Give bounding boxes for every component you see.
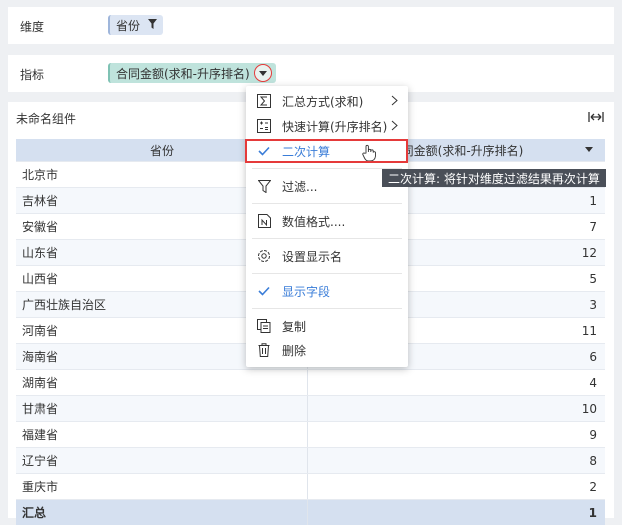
chevron-right-icon <box>391 120 398 134</box>
dimension-field-pill[interactable]: 省份 <box>108 15 164 35</box>
table-row: 辽宁省 8 <box>16 447 605 473</box>
menu-item-number-format-label: 数值格式.... <box>282 214 346 229</box>
amount-cell: 9 <box>589 427 597 442</box>
sort-dropdown-icon[interactable] <box>585 147 593 152</box>
calculator-icon <box>256 118 272 134</box>
filter-icon[interactable] <box>148 18 158 32</box>
number-format-icon <box>256 213 272 229</box>
tooltip-text: 二次计算: 将针对维度过滤结果再次计算 <box>388 171 600 186</box>
trash-icon <box>256 342 272 358</box>
chevron-right-icon <box>391 95 398 109</box>
metric-field-pill[interactable]: 合同金额(求和-升序排名) <box>108 63 276 83</box>
copy-icon <box>256 318 272 334</box>
field-context-menu: 汇总方式(求和) 快速计算(升序排名) 二次计算 过滤... 数值格式.... … <box>246 86 408 367</box>
tooltip: 二次计算: 将针对维度过滤结果再次计算 <box>382 169 606 187</box>
dimension-field-name: 省份 <box>116 18 141 33</box>
amount-cell: 2 <box>589 479 597 494</box>
table-row: 福建省 9 <box>16 421 605 447</box>
component-title: 未命名组件 <box>16 112 77 126</box>
metric-dropdown-button[interactable] <box>253 64 272 82</box>
menu-item-delete-label: 删除 <box>282 343 307 358</box>
menu-item-delete[interactable]: 删除 <box>246 338 408 362</box>
total-value: 1 <box>588 505 597 520</box>
total-label: 汇总 <box>16 500 308 525</box>
menu-item-number-format[interactable]: 数值格式.... <box>246 209 408 233</box>
table-row: 湖南省 4 <box>16 369 605 395</box>
menu-item-copy-label: 复制 <box>282 319 307 334</box>
menu-item-display-name-label: 设置显示名 <box>282 249 343 264</box>
province-cell: 福建省 <box>16 422 308 447</box>
fit-width-icon[interactable] <box>588 111 604 126</box>
menu-item-aggregation[interactable]: 汇总方式(求和) <box>246 89 408 113</box>
province-cell: 辽宁省 <box>16 448 308 473</box>
amount-cell: 10 <box>581 401 597 416</box>
menu-item-aggregation-label: 汇总方式(求和) <box>282 94 364 109</box>
menu-separator <box>252 238 402 239</box>
province-cell: 湖南省 <box>16 370 308 395</box>
filter-icon <box>256 178 272 194</box>
metric-field-name: 合同金额(求和-升序排名) <box>116 66 250 81</box>
menu-item-display-name[interactable]: 设置显示名 <box>246 244 408 268</box>
menu-item-quick-calc[interactable]: 快速计算(升序排名) <box>246 114 408 138</box>
dimension-panel: 维度 省份 <box>8 7 614 44</box>
menu-separator <box>252 308 402 309</box>
menu-item-filter-label: 过滤... <box>282 179 318 194</box>
menu-separator <box>252 273 402 274</box>
chevron-down-icon <box>258 70 267 76</box>
menu-separator <box>252 168 402 169</box>
dimension-label: 维度 <box>20 20 45 34</box>
menu-item-show-field[interactable]: 显示字段 <box>246 279 408 303</box>
gear-icon <box>256 248 272 264</box>
table-row: 甘肃省 10 <box>16 395 605 421</box>
amount-cell: 4 <box>589 375 597 390</box>
table-total-row: 汇总 1 <box>16 499 605 525</box>
table-row: 重庆市 2 <box>16 473 605 499</box>
selection-highlight-box <box>245 139 408 163</box>
province-cell: 重庆市 <box>16 474 308 499</box>
menu-separator <box>252 203 402 204</box>
column-header-amount-label: 合同金额(求和-升序排名) <box>389 143 524 158</box>
menu-item-copy[interactable]: 复制 <box>246 314 408 338</box>
metric-label: 指标 <box>20 68 45 82</box>
province-cell: 甘肃省 <box>16 396 308 421</box>
amount-cell: 8 <box>589 453 597 468</box>
menu-item-quick-calc-label: 快速计算(升序排名) <box>282 119 388 134</box>
sigma-icon <box>256 93 272 109</box>
check-icon <box>256 283 272 299</box>
menu-item-show-field-label: 显示字段 <box>282 284 331 299</box>
